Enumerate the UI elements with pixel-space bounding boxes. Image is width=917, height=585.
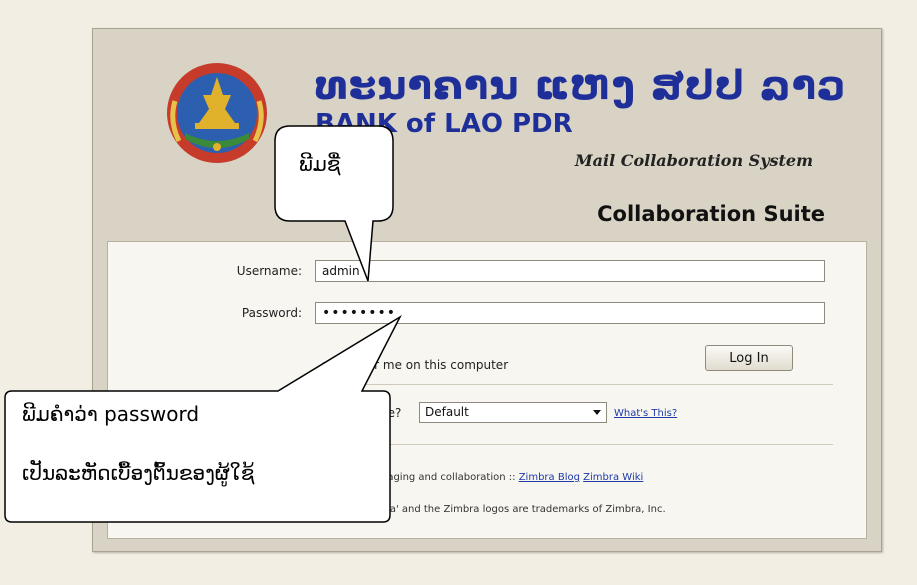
callout-overlay <box>4 125 402 523</box>
username-callout-text: ພີມຊື່ <box>299 152 341 176</box>
password-callout-text-1: ພີມຄໍາວ່າ password <box>22 402 200 426</box>
username-callout-bubble <box>274 125 394 282</box>
password-callout-text-2: ເປັນລະຫັດເບື້ອງຕົ້ນຂອງຜູ້ໃຊ້ <box>22 461 255 485</box>
